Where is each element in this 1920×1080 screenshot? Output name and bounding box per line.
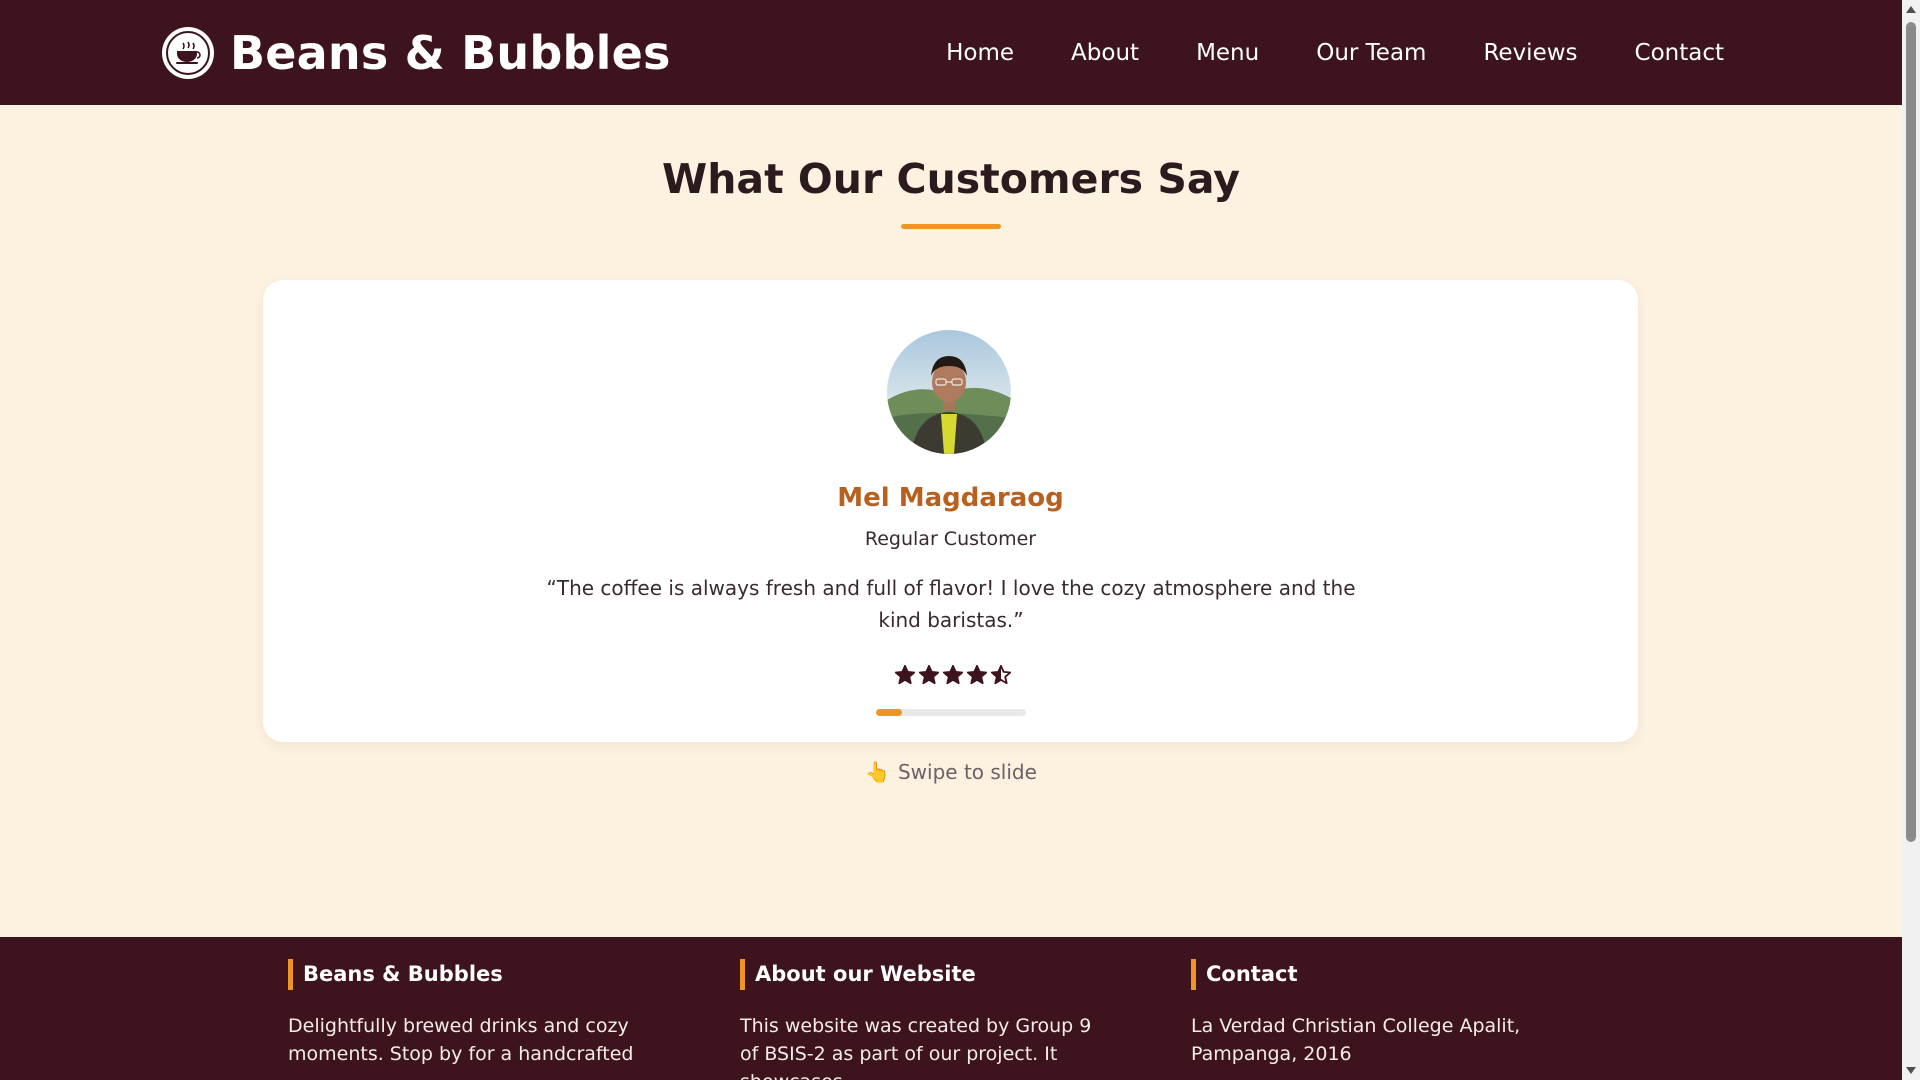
nav-reviews[interactable]: Reviews: [1483, 40, 1577, 66]
swipe-hint-label: Swipe to slide: [897, 760, 1037, 784]
star-full-icon: [942, 664, 964, 685]
star-rating: [894, 664, 1012, 686]
star-half-icon: [990, 664, 1012, 685]
main-nav: Home About Menu Our Team Reviews Contact: [946, 0, 1724, 105]
avatar: [887, 330, 1011, 454]
footer-heading: Contact: [1191, 959, 1561, 990]
scroll-down-arrow-icon[interactable]: [1906, 1067, 1916, 1074]
brand[interactable]: Beans & Bubbles: [162, 0, 671, 105]
site-footer: Beans & Bubbles Delightfully brewed drin…: [0, 937, 1902, 1080]
nav-about[interactable]: About: [1071, 40, 1139, 66]
footer-text: This website was created by Group 9 of B…: [740, 1015, 1092, 1080]
review-card[interactable]: Mel Magdaraog Regular Customer “The coff…: [263, 280, 1638, 742]
brand-title: Beans & Bubbles: [230, 25, 671, 80]
footer-contact-column: Contact La Verdad Christian College Apal…: [1191, 959, 1561, 1068]
footer-brand-column: Beans & Bubbles Delightfully brewed drin…: [288, 959, 658, 1068]
section-title: What Our Customers Say: [661, 155, 1241, 203]
title-underline: [901, 224, 1001, 229]
site-header: Beans & Bubbles Home About Menu Our Team…: [0, 0, 1902, 105]
nav-contact[interactable]: Contact: [1635, 40, 1724, 66]
footer-heading: Beans & Bubbles: [288, 959, 658, 990]
nav-menu[interactable]: Menu: [1196, 40, 1259, 66]
scroll-up-arrow-icon[interactable]: [1906, 6, 1916, 13]
footer-text: Delightfully brewed drinks and cozy mome…: [288, 1015, 634, 1065]
swipe-hint: 👆 Swipe to slide: [0, 760, 1902, 784]
nav-our-team[interactable]: Our Team: [1316, 40, 1426, 66]
reviewer-role: Regular Customer: [864, 528, 1037, 550]
footer-text: La Verdad Christian College Apalit, Pamp…: [1191, 1015, 1521, 1065]
reviewer-name: Mel Magdaraog: [837, 483, 1064, 513]
star-full-icon: [966, 664, 988, 685]
pointing-hand-icon: 👆: [865, 760, 890, 784]
star-full-icon: [894, 664, 916, 685]
nav-home[interactable]: Home: [946, 40, 1014, 66]
footer-heading: About our Website: [740, 959, 1110, 990]
slide-progress-track: [876, 709, 1026, 716]
review-text: “The coffee is always fresh and full of …: [546, 576, 1356, 632]
slide-progress-fill: [876, 709, 902, 716]
coffee-cup-logo-icon: [162, 26, 214, 79]
page-scrollbar[interactable]: [1902, 0, 1920, 1080]
scroll-thumb[interactable]: [1906, 22, 1916, 842]
star-full-icon: [918, 664, 940, 685]
footer-about-column: About our Website This website was creat…: [740, 959, 1110, 1080]
